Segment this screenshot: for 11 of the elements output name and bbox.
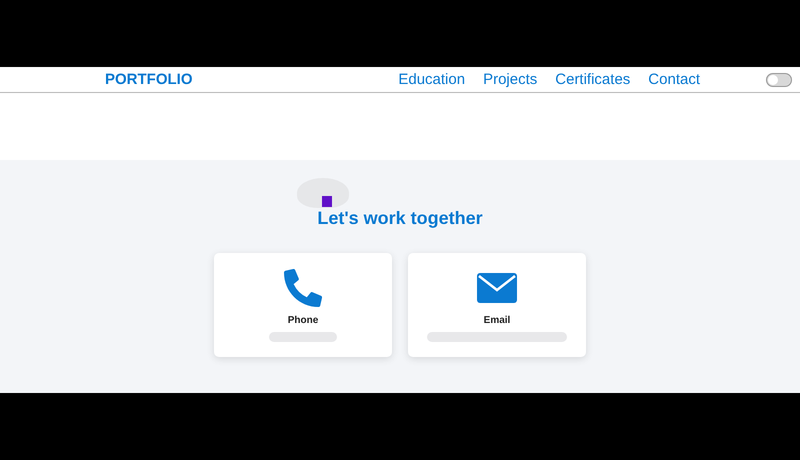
- phone-icon: [284, 269, 322, 307]
- envelope-icon: [477, 273, 517, 303]
- card-label: Email: [484, 315, 510, 326]
- section-title: Let's work together: [317, 208, 483, 229]
- theme-toggle[interactable]: [766, 72, 792, 86]
- nav-link[interactable]: Education: [398, 71, 466, 88]
- nav-link[interactable]: Projects: [483, 71, 538, 88]
- brand-link[interactable]: PORTFOLIO: [105, 71, 398, 88]
- card-label: Phone: [288, 315, 318, 326]
- nav-link[interactable]: Contact: [648, 71, 700, 88]
- nav-link[interactable]: Certificates: [555, 71, 630, 88]
